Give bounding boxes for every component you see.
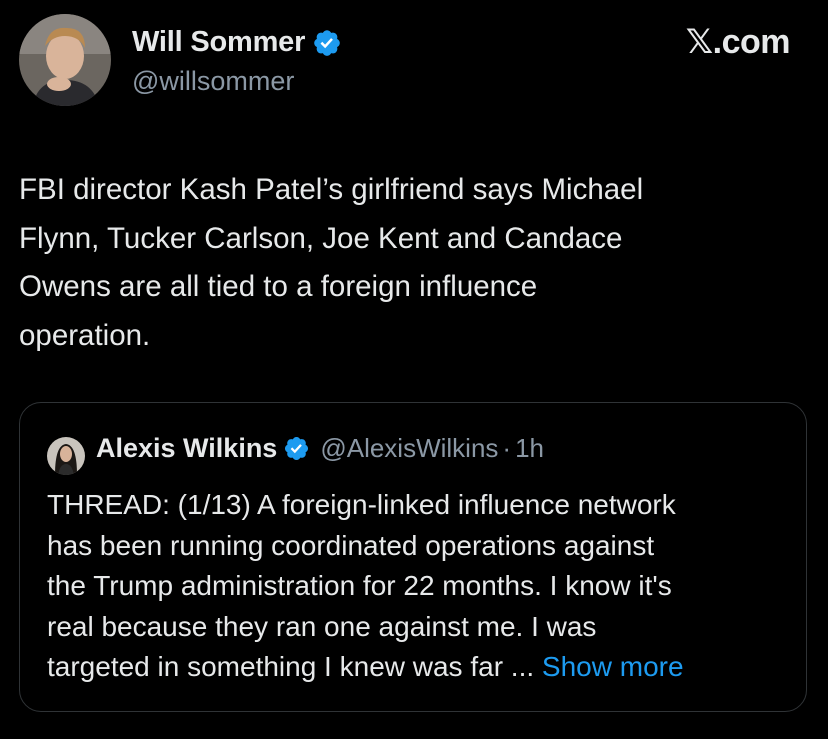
separator-dot: · — [502, 433, 512, 463]
tweet-text-line: Flynn, Tucker Carlson, Joe Kent and Cand… — [19, 221, 623, 255]
quoted-text-line: targeted in something I knew was far ... — [47, 651, 542, 682]
x-logo: 𝕏.com — [685, 23, 791, 61]
quoted-text-line-last: targeted in something I knew was far ...… — [47, 647, 787, 688]
author-name[interactable]: Will Sommer — [132, 26, 305, 59]
tweet-text: FBI director Kash Patel’s girlfriend say… — [19, 166, 809, 360]
verified-badge-icon — [283, 435, 310, 462]
quoted-author-handle[interactable]: @AlexisWilkins — [320, 433, 498, 464]
author-name-row: Will Sommer — [132, 26, 342, 59]
author-avatar[interactable] — [19, 14, 111, 106]
author-handle[interactable]: @willsommer — [132, 66, 294, 97]
quoted-author-avatar[interactable] — [47, 437, 85, 475]
tweet-text-line: FBI director Kash Patel’s girlfriend say… — [19, 173, 644, 206]
quoted-author-name[interactable]: Alexis Wilkins — [96, 433, 277, 464]
quoted-tweet-card[interactable]: Alexis Wilkins @AlexisWilkins · 1h THREA… — [19, 402, 807, 712]
quoted-text-line: has been running coordinated operations … — [47, 529, 655, 561]
quoted-tweet-text: THREAD: (1/13) A foreign-linked influenc… — [47, 485, 787, 688]
quoted-timestamp[interactable]: 1h — [515, 433, 544, 464]
tweet-text-line: Owens are all tied to a foreign influenc… — [19, 270, 538, 303]
show-more-link[interactable]: Show more — [542, 651, 684, 682]
quoted-tweet-header: Alexis Wilkins @AlexisWilkins · 1h — [96, 433, 544, 464]
tweet-screenshot: Will Sommer @willsommer 𝕏.com FBI direct… — [0, 0, 828, 739]
quoted-text-line: real because they ran one against me. I … — [47, 610, 597, 642]
tweet-text-line: operation. — [19, 318, 151, 352]
quoted-text-line: the Trump administration for 22 months. … — [47, 570, 672, 601]
quoted-text-line: THREAD: (1/13) A foreign-linked influenc… — [47, 489, 676, 520]
verified-badge-icon — [312, 28, 342, 58]
